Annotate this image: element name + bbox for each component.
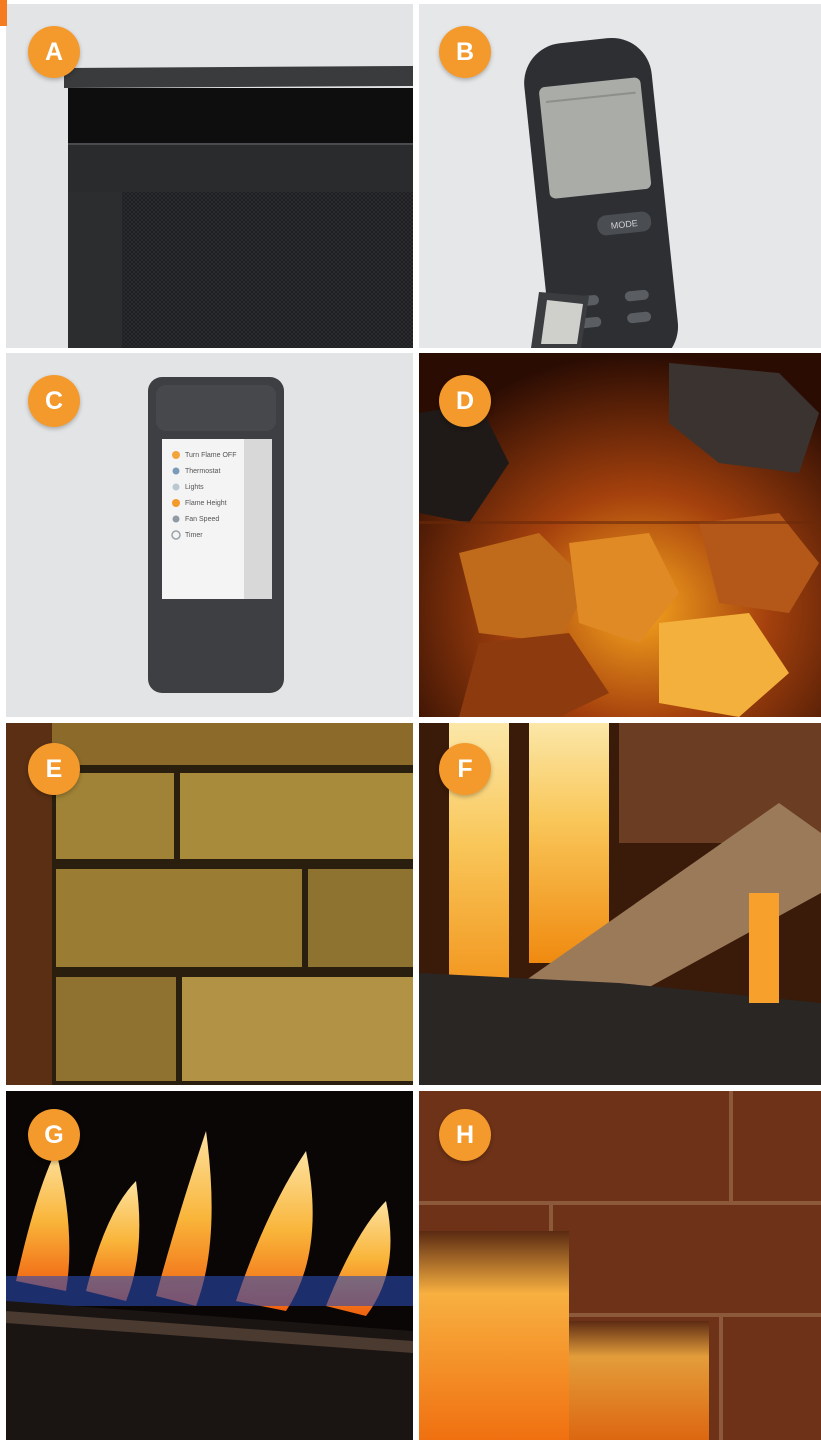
tile-b: MODE B: [419, 4, 821, 348]
badge-e: E: [28, 743, 80, 795]
menu-item-1: Turn Flame OFF: [185, 452, 236, 459]
tile-d: D: [419, 353, 821, 717]
menu-item-4: Flame Height: [185, 500, 227, 507]
badge-a: A: [28, 26, 80, 78]
menu-item-3: Lights: [185, 484, 204, 491]
badge-d: D: [439, 375, 491, 427]
tile-f: F: [419, 723, 821, 1085]
badge-b: B: [439, 26, 491, 78]
badge-c: C: [28, 375, 80, 427]
tile-h: H: [419, 1091, 821, 1440]
corner-accent: [0, 0, 7, 26]
badge-g: G: [28, 1109, 80, 1161]
tile-e: E: [6, 723, 413, 1085]
menu-item-2: Thermostat: [185, 468, 220, 475]
tile-g: G: [6, 1091, 413, 1440]
badge-h: H: [439, 1109, 491, 1161]
feature-image-grid: A MODE B Turn Flame OFF Thermostat Light…: [0, 0, 821, 1440]
menu-item-5: Fan Speed: [185, 516, 219, 523]
menu-item-6: Timer: [185, 532, 203, 539]
tile-c: Turn Flame OFF Thermostat Lights Flame H…: [6, 353, 413, 717]
tile-a: A: [6, 4, 413, 348]
badge-f: F: [439, 743, 491, 795]
